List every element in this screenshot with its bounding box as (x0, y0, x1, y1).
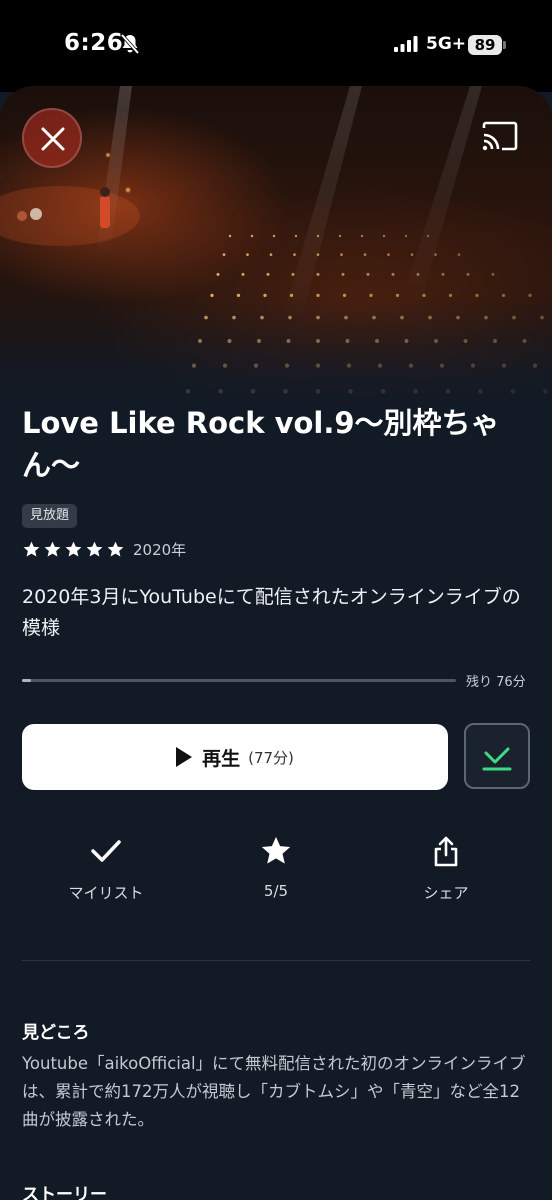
mylist-label: マイリスト (68, 884, 144, 902)
stage-light (338, 234, 342, 238)
signal-icon (394, 36, 418, 52)
stage-light (366, 272, 370, 276)
download-button[interactable] (464, 723, 530, 789)
stage-light (404, 234, 408, 238)
stage-light (246, 253, 249, 256)
video-description: 2020年3月にYouTubeにて配信されたオンラインライブの模様 (22, 586, 521, 639)
stage-light (340, 253, 343, 256)
release-year: 2020年 (133, 540, 187, 559)
stage-light (360, 234, 364, 238)
battery-indicator: 89 (468, 35, 502, 55)
stage-light (316, 234, 320, 238)
share-icon (434, 836, 458, 867)
stage-light (341, 272, 345, 276)
stage-light (426, 234, 430, 238)
bell-muted-icon (120, 33, 140, 55)
hero-fade (0, 296, 552, 416)
play-icon (176, 747, 193, 767)
stage-light (222, 253, 226, 256)
stage-light (241, 272, 245, 276)
status-time: 6:26 (64, 30, 124, 56)
rating-stars: 2020年 (22, 538, 186, 560)
hero-image (0, 86, 552, 416)
stage-light (250, 234, 254, 238)
video-title: Love Like Rock vol.9〜別枠ちゃん〜 (22, 406, 500, 482)
highlights-heading: 見どころ (22, 1023, 90, 1043)
stage-light (316, 253, 320, 256)
stage-light (363, 253, 367, 256)
star-icon (65, 541, 82, 557)
rating-label: 5/5 (263, 882, 289, 900)
remaining-time: 残り 76分 (466, 675, 526, 690)
network-type: 5G+ (426, 34, 467, 54)
stage-light (293, 253, 296, 256)
star-icon (44, 541, 61, 557)
stage-light (266, 272, 270, 276)
stage-light (441, 272, 445, 276)
check-icon (91, 840, 121, 862)
star-icon (107, 541, 124, 557)
stage-light (269, 253, 273, 256)
stage-light (294, 234, 298, 238)
play-button[interactable]: 再生 (77分) (22, 724, 448, 790)
stage-light (457, 253, 461, 256)
stage-light (410, 253, 414, 256)
content-sheet: Love Like Rock vol.9〜別枠ちゃん〜 見放題 2020年 20… (0, 86, 552, 1200)
story-heading: ストーリー (22, 1185, 107, 1200)
stage-light (387, 253, 390, 256)
star-icon (261, 836, 291, 864)
close-icon (41, 127, 65, 151)
stage-light (216, 272, 220, 276)
stage-light (291, 272, 295, 276)
play-duration: (77分) (248, 748, 294, 767)
stage-light (382, 234, 386, 238)
share-button[interactable]: シェア (376, 834, 516, 914)
star-icon (23, 541, 40, 557)
watch-progress-fill (22, 679, 31, 682)
unlimited-badge: 見放題 (22, 504, 78, 528)
battery-tip (503, 41, 506, 49)
stage-light (466, 272, 470, 276)
mylist-button[interactable]: マイリスト (36, 834, 176, 914)
stage-light (316, 272, 320, 276)
stage-light (391, 272, 395, 276)
stage-light (272, 234, 276, 238)
status-bar: 6:26 5G+ 89 (0, 0, 552, 92)
highlights-text: Youtube「aikoOfficial」にて無料配信された初のオンラインライブ… (22, 1054, 526, 1129)
rate-button[interactable]: 5/5 (206, 834, 346, 914)
star-icon (86, 541, 103, 557)
stage-light (491, 272, 495, 276)
stage-light (434, 253, 437, 256)
action-row: マイリスト 5/5 シェア (0, 834, 552, 914)
watch-progress-bar (22, 679, 456, 682)
stage-light (228, 234, 232, 238)
close-button[interactable] (22, 108, 82, 168)
divider (22, 960, 530, 961)
download-done-icon (482, 747, 512, 771)
cast-icon[interactable] (480, 120, 520, 154)
stage-light (416, 272, 420, 276)
share-label: シェア (423, 884, 469, 902)
play-label: 再生 (202, 747, 241, 770)
